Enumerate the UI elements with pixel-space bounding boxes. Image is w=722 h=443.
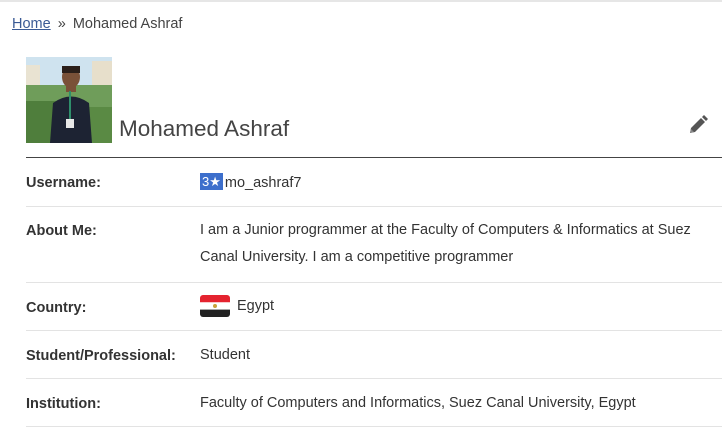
about-label: About Me: (26, 223, 97, 239)
rating-badge: 3★ (200, 173, 223, 190)
egypt-flag-icon (200, 295, 230, 318)
about-value: I am a Junior programmer at the Faculty … (200, 222, 691, 265)
student-professional-label: Student/Professional: (26, 348, 176, 364)
institution-value: Faculty of Computers and Informatics, Su… (200, 395, 636, 411)
username-text: mo_ashraf7 (224, 175, 302, 191)
field-row-student-professional: Student/Professional: Student (26, 331, 722, 379)
username-value: 3★ mo_ashraf7 (200, 170, 720, 197)
student-professional-value: Student (200, 347, 250, 363)
breadcrumb-separator: » (57, 16, 66, 32)
breadcrumb: Home » Mohamed Ashraf (12, 16, 182, 32)
row-divider (26, 426, 722, 427)
pencil-icon (690, 115, 708, 133)
country-label: Country: (26, 300, 87, 316)
edit-profile-button[interactable] (687, 114, 709, 136)
institution-label: Institution: (26, 396, 101, 412)
username-label: Username: (26, 175, 101, 191)
country-text: Egypt (237, 298, 275, 314)
field-row-about: About Me: I am a Junior programmer at th… (26, 207, 722, 283)
top-border (0, 0, 722, 2)
breadcrumb-current: Mohamed Ashraf (72, 16, 183, 32)
country-value: Egypt (200, 293, 720, 320)
field-row-country: Country: Egypt (26, 283, 722, 331)
breadcrumb-home-link[interactable]: Home (12, 16, 51, 32)
field-row-username: Username: 3★ mo_ashraf7 (26, 158, 722, 207)
avatar (26, 57, 112, 143)
profile-name: Mohamed Ashraf (119, 116, 290, 141)
field-row-institution: Institution: Faculty of Computers and In… (26, 379, 722, 427)
